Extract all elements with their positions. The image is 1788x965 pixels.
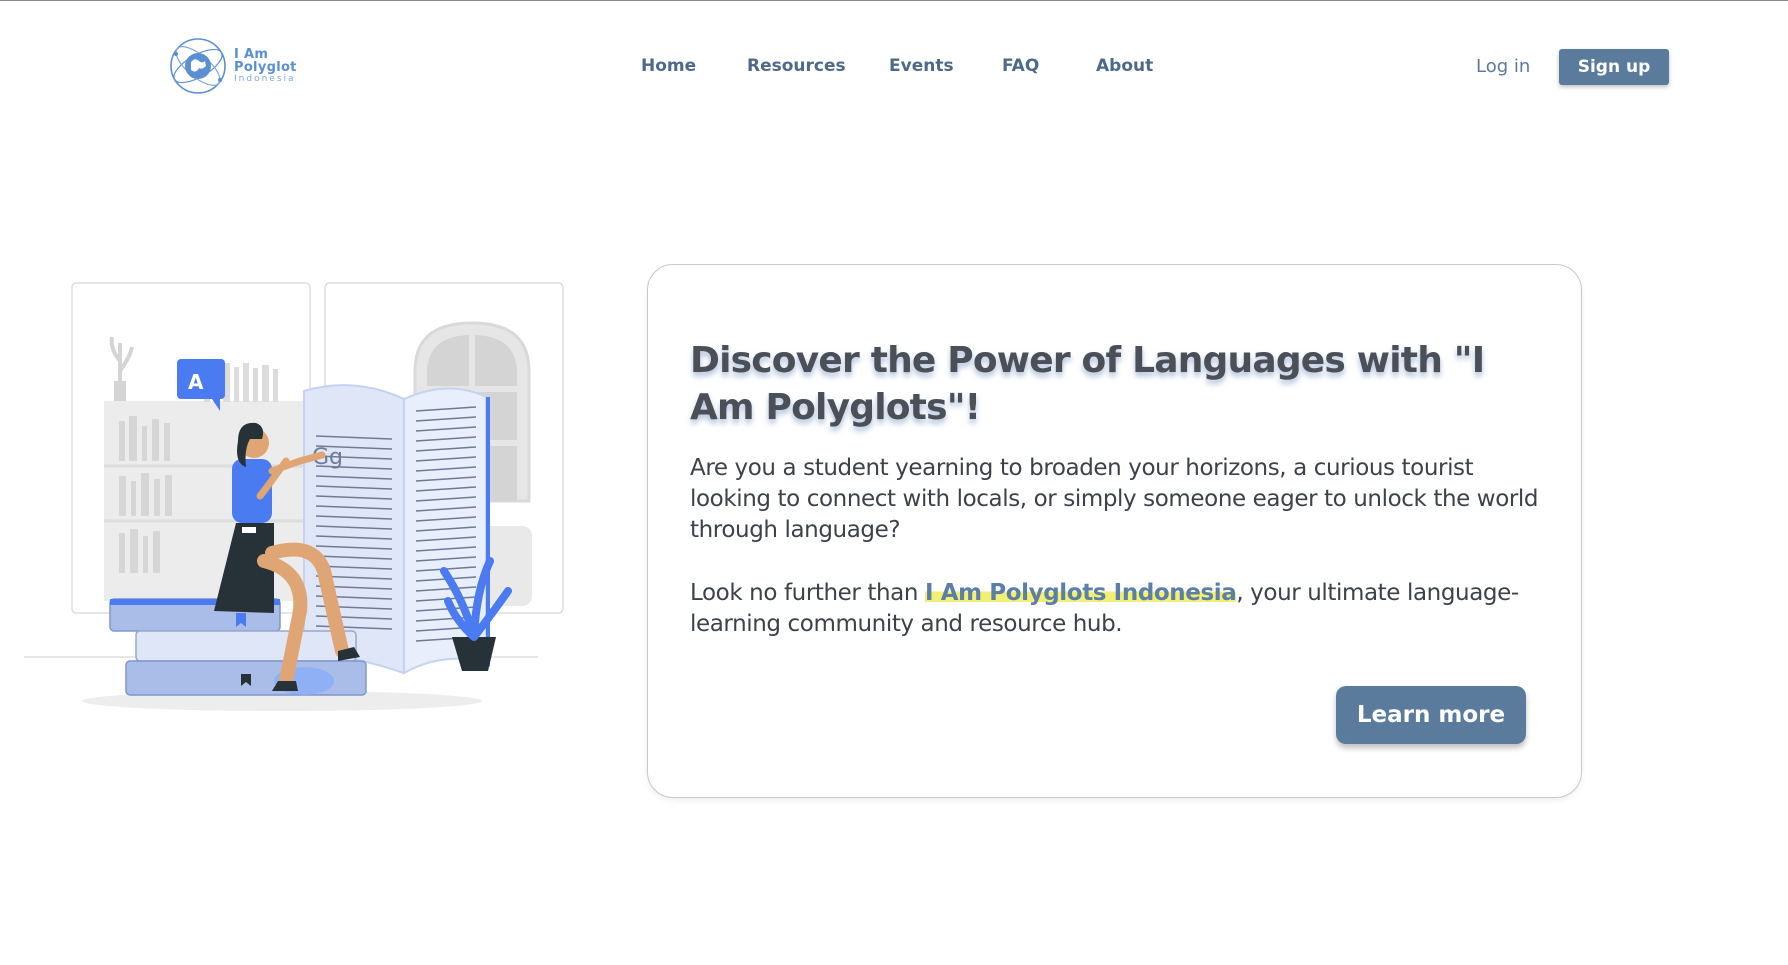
logo-line-2: Polyglot <box>234 60 297 75</box>
learn-more-button[interactable]: Learn more <box>1336 686 1526 744</box>
nav-faq[interactable]: FAQ <box>1002 56 1039 76</box>
brand-highlight: I Am Polyglots Indonesia <box>924 580 1237 606</box>
hero-paragraph-1: Are you a student yearning to broaden yo… <box>690 455 1539 543</box>
login-link[interactable]: Log in <box>1476 56 1530 77</box>
signup-button[interactable]: Sign up <box>1559 49 1669 85</box>
nav-home[interactable]: Home <box>641 56 696 76</box>
hero-illustration: Gg A <box>24 282 564 711</box>
page: I Am Polyglot Indonesia Home Resources E… <box>0 0 1788 965</box>
nav-about[interactable]: About <box>1096 56 1153 76</box>
hero-card: Discover the Power of Languages with "I … <box>647 264 1582 798</box>
logo[interactable]: I Am Polyglot Indonesia <box>166 34 297 98</box>
logo-line-3: Indonesia <box>234 74 296 84</box>
nav-resources[interactable]: Resources <box>747 56 846 76</box>
paragraph-2-before: Look no further than <box>690 580 925 606</box>
nav-events[interactable]: Events <box>889 56 954 76</box>
hero-title: Discover the Power of Languages with "I … <box>690 340 1485 428</box>
translate-badge-letter: A <box>188 370 204 394</box>
hero-paragraph-2: Look no further than I Am Polyglots Indo… <box>690 578 1540 640</box>
logo-text: I Am Polyglot Indonesia <box>234 48 297 84</box>
globe-logo-icon <box>170 38 226 94</box>
